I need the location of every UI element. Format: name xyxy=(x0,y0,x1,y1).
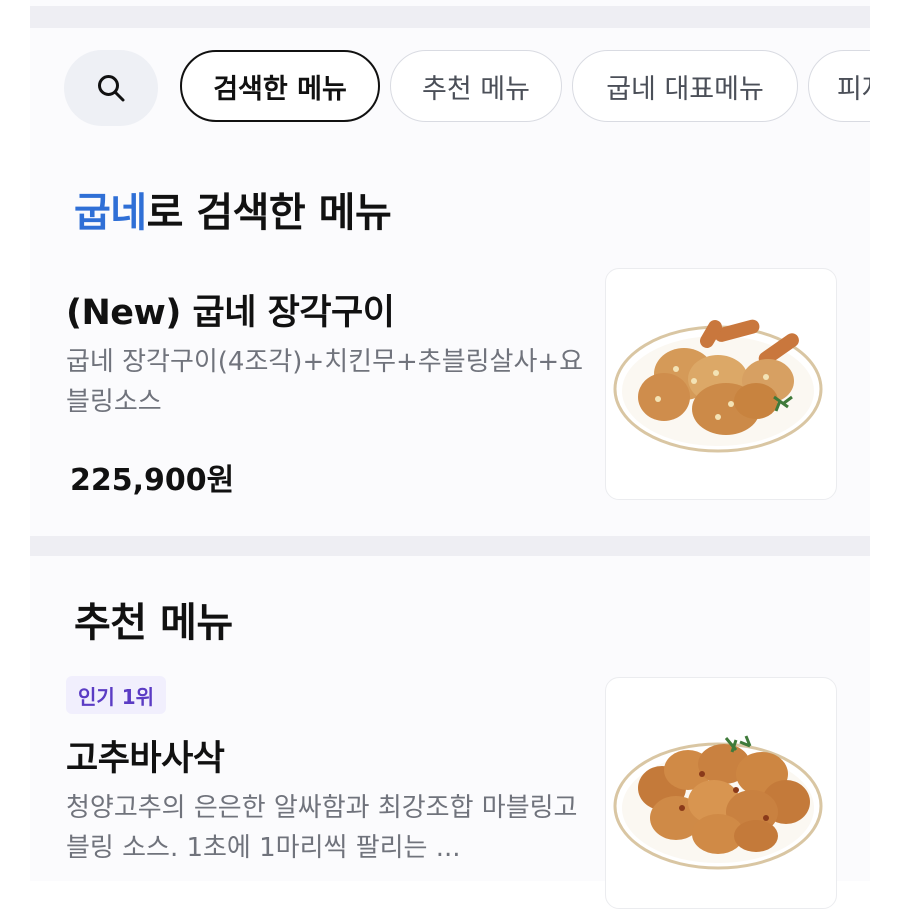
chip-pizza-partial[interactable]: 피자 xyxy=(808,50,870,122)
menu-item-image xyxy=(605,268,837,500)
menu-item-description: 굽네 장각구이(4조각)+치킨무+추블링살사+요블링소스 xyxy=(66,347,584,417)
chip-searched-menu[interactable]: 검색한 메뉴 xyxy=(180,50,380,122)
search-keyword: 굽네 xyxy=(74,190,147,236)
menu-item-image xyxy=(605,677,837,909)
filter-chip-row: 검색한 메뉴 추천 메뉴 굽네 대표메뉴 피자 xyxy=(30,48,870,128)
chip-signature-menu[interactable]: 굽네 대표메뉴 xyxy=(572,50,798,122)
roasted-chicken-legs-icon xyxy=(613,319,823,453)
searched-section-title: 굽네로 검색한 메뉴 xyxy=(74,180,392,238)
menu-item-name: 고추바사삭 xyxy=(66,739,225,779)
section-divider xyxy=(30,536,870,556)
fried-chicken-icon xyxy=(613,735,823,870)
app-container: 검색한 메뉴 추천 메뉴 굽네 대표메뉴 피자 굽네로 검색한 메뉴 (New)… xyxy=(30,0,870,909)
searched-section-title-rest: 로 검색한 메뉴 xyxy=(146,190,392,236)
chip-recommended-menu[interactable]: 추천 메뉴 xyxy=(390,50,562,122)
recommended-section-title: 추천 메뉴 xyxy=(74,600,233,646)
menu-item-price: 225,900원 xyxy=(70,463,235,498)
top-strip xyxy=(30,6,870,28)
popular-rank-badge: 인기 1위 xyxy=(66,676,167,714)
menu-item-name: (New) 굽네 장각구이 xyxy=(66,293,395,333)
menu-item-description: 청양고추의 은은한 알싸함과 최강조합 마블링고블링 소스. 1초에 1마리씩 … xyxy=(66,793,578,863)
search-button[interactable] xyxy=(64,50,158,126)
search-icon xyxy=(98,75,125,102)
